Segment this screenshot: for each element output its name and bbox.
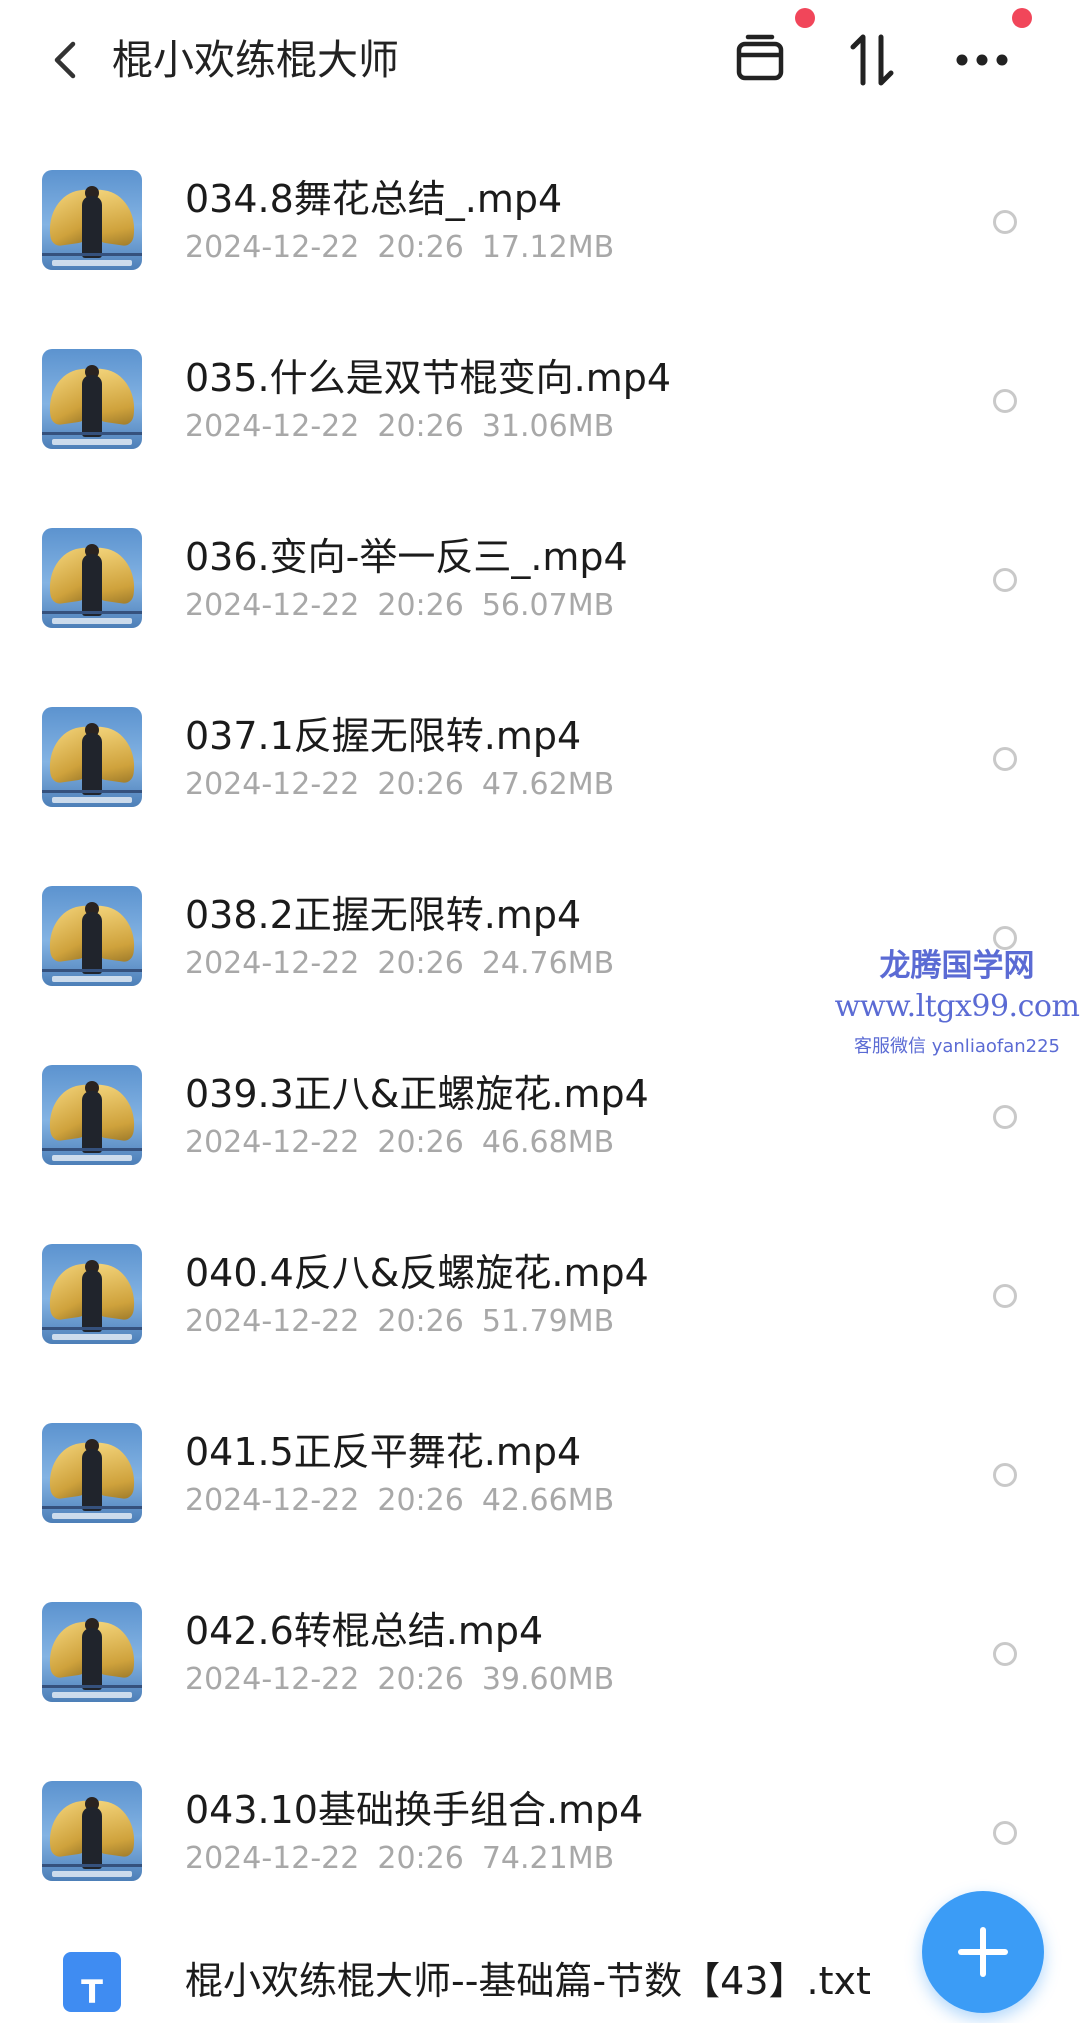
file-row[interactable]: 035.什么是双节棍变向.mp4 2024-12-22 20:26 31.06MB <box>0 299 1080 478</box>
file-name: 042.6转棍总结.mp4 <box>185 1609 544 1653</box>
file-row[interactable]: 042.6转棍总结.mp4 2024-12-22 20:26 39.60MB <box>0 1552 1080 1731</box>
file-meta: 2024-12-22 20:26 42.66MB <box>185 1483 632 1518</box>
watermark: 龙腾国学网 www.ltgx99.com 客服微信 yanliaofan225 <box>832 940 1080 1058</box>
file-time: 20:26 <box>377 1483 464 1518</box>
file-date: 2024-12-22 <box>185 1662 360 1697</box>
text-file-icon: T <box>63 1952 121 2012</box>
select-radio[interactable] <box>993 1463 1017 1487</box>
file-meta: 2024-12-22 20:26 17.12MB <box>185 230 632 265</box>
file-time: 20:26 <box>377 230 464 265</box>
folder-title: 棍小欢练棍大师 <box>112 36 399 84</box>
video-thumbnail <box>42 1244 142 1344</box>
more-dots-icon <box>956 54 1008 66</box>
file-size: 56.07MB <box>481 588 615 623</box>
video-thumbnail <box>42 1423 142 1523</box>
file-date: 2024-12-22 <box>185 1483 360 1518</box>
video-thumbnail <box>42 707 142 807</box>
file-time: 20:26 <box>377 1125 464 1160</box>
file-name: 043.10基础换手组合.mp4 <box>185 1788 644 1832</box>
video-thumbnail <box>42 886 142 986</box>
top-bar: 棍小欢练棍大师 <box>0 0 1080 120</box>
notification-dot <box>795 8 815 28</box>
file-name: 039.3正八&正螺旋花.mp4 <box>185 1072 649 1116</box>
file-row[interactable]: 043.10基础换手组合.mp4 2024-12-22 20:26 74.21MB <box>0 1731 1080 1910</box>
file-size: 47.62MB <box>481 767 615 802</box>
watermark-url: www.ltgx99.com <box>834 989 1080 1024</box>
file-meta: 2024-12-22 20:26 74.21MB <box>185 1841 632 1876</box>
file-time: 20:26 <box>377 1841 464 1876</box>
file-time: 20:26 <box>377 1304 464 1339</box>
video-thumbnail <box>42 1065 142 1165</box>
file-meta: 2024-12-22 20:26 46.68MB <box>185 1125 632 1160</box>
video-thumbnail <box>42 1781 142 1881</box>
plus-icon <box>958 1927 1008 1977</box>
file-row[interactable]: 037.1反握无限转.mp4 2024-12-22 20:26 47.62MB <box>0 657 1080 836</box>
file-date: 2024-12-22 <box>185 230 360 265</box>
file-meta: 2024-12-22 20:26 31.06MB <box>185 409 632 444</box>
file-name: 038.2正握无限转.mp4 <box>185 893 582 937</box>
select-radio[interactable] <box>993 1821 1017 1845</box>
video-thumbnail <box>42 528 142 628</box>
archive-box-icon <box>736 34 784 81</box>
file-size: 39.60MB <box>481 1662 615 1697</box>
file-name: 034.8舞花总结_.mp4 <box>185 177 563 221</box>
file-date: 2024-12-22 <box>185 1304 360 1339</box>
file-meta: 2024-12-22 20:26 56.07MB <box>185 588 632 623</box>
file-row[interactable]: 041.5正反平舞花.mp4 2024-12-22 20:26 42.66MB <box>0 1373 1080 1552</box>
select-radio[interactable] <box>993 210 1017 234</box>
select-radio[interactable] <box>993 747 1017 771</box>
video-thumbnail <box>42 170 142 270</box>
file-date: 2024-12-22 <box>185 1841 360 1876</box>
file-name: 棍小欢练棍大师--基础篇-节数【43】.txt <box>185 1959 871 2003</box>
file-date: 2024-12-22 <box>185 409 360 444</box>
file-row[interactable]: 036.变向-举一反三_.mp4 2024-12-22 20:26 56.07MB <box>0 478 1080 657</box>
file-time: 20:26 <box>377 409 464 444</box>
back-button[interactable] <box>40 30 90 90</box>
file-size: 51.79MB <box>481 1304 615 1339</box>
select-radio[interactable] <box>993 1284 1017 1308</box>
file-row[interactable]: 034.8舞花总结_.mp4 2024-12-22 20:26 17.12MB <box>0 120 1080 299</box>
file-size: 31.06MB <box>481 409 615 444</box>
select-radio[interactable] <box>993 1105 1017 1129</box>
file-row[interactable]: 040.4反八&反螺旋花.mp4 2024-12-22 20:26 51.79MB <box>0 1194 1080 1373</box>
file-size: 46.68MB <box>481 1125 615 1160</box>
file-meta: 2024-12-22 20:26 51.79MB <box>185 1304 632 1339</box>
watermark-title: 龙腾国学网 <box>879 948 1035 984</box>
file-name: 041.5正反平舞花.mp4 <box>185 1430 582 1474</box>
file-name: 035.什么是双节棍变向.mp4 <box>185 356 672 400</box>
more-button[interactable] <box>950 28 1014 92</box>
select-radio[interactable] <box>993 389 1017 413</box>
file-name: 036.变向-举一反三_.mp4 <box>185 535 628 579</box>
file-date: 2024-12-22 <box>185 767 360 802</box>
chevron-left-icon <box>54 41 76 79</box>
file-time: 20:26 <box>377 767 464 802</box>
file-time: 20:26 <box>377 946 464 981</box>
video-thumbnail <box>42 1602 142 1702</box>
select-radio[interactable] <box>993 568 1017 592</box>
video-thumbnail <box>42 349 142 449</box>
watermark-contact: 客服微信 yanliaofan225 <box>854 1036 1060 1057</box>
file-meta: 2024-12-22 20:26 39.60MB <box>185 1662 632 1697</box>
file-size: 17.12MB <box>481 230 615 265</box>
file-time: 20:26 <box>377 588 464 623</box>
sort-arrows-icon <box>850 34 894 86</box>
file-row[interactable]: T 棍小欢练棍大师--基础篇-节数【43】.txt <box>0 1910 1080 2023</box>
file-size: 24.76MB <box>481 946 615 981</box>
add-button[interactable] <box>922 1891 1044 2013</box>
select-radio[interactable] <box>993 1642 1017 1666</box>
file-name: 037.1反握无限转.mp4 <box>185 714 582 758</box>
file-date: 2024-12-22 <box>185 946 360 981</box>
file-name: 040.4反八&反螺旋花.mp4 <box>185 1251 649 1295</box>
file-size: 42.66MB <box>481 1483 615 1518</box>
archive-button[interactable] <box>728 28 792 92</box>
file-date: 2024-12-22 <box>185 588 360 623</box>
sort-button[interactable] <box>840 28 904 92</box>
file-date: 2024-12-22 <box>185 1125 360 1160</box>
file-meta: 2024-12-22 20:26 47.62MB <box>185 767 632 802</box>
notification-dot <box>1012 8 1032 28</box>
file-time: 20:26 <box>377 1662 464 1697</box>
file-meta: 2024-12-22 20:26 24.76MB <box>185 946 632 981</box>
file-size: 74.21MB <box>481 1841 615 1876</box>
